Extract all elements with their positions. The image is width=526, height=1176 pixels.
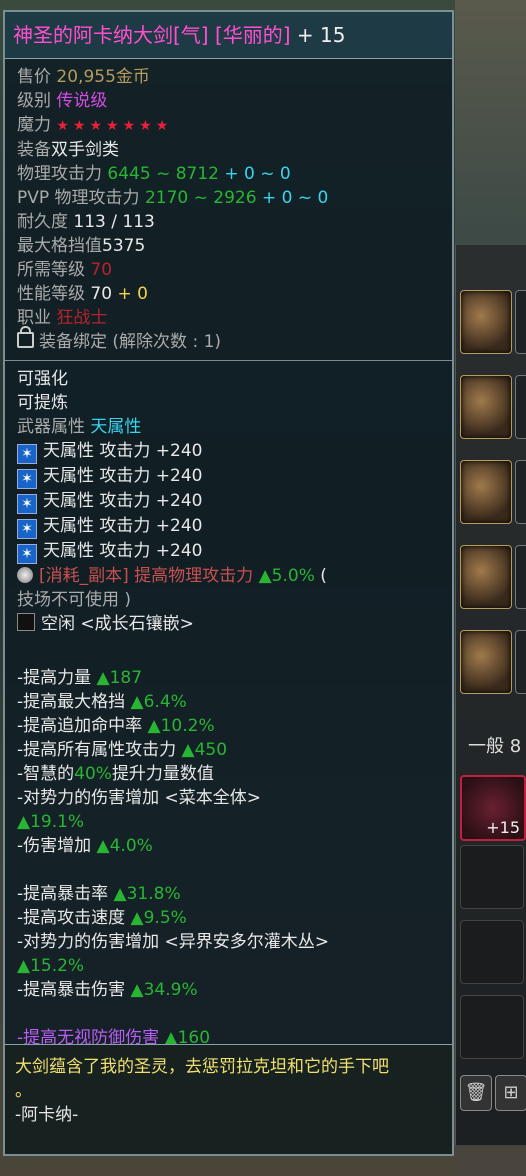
grade-label: 级别 xyxy=(17,91,51,111)
inventory-tab-general[interactable]: 一般 8 xyxy=(468,732,521,758)
equip-value: 双手剑类 xyxy=(51,140,119,160)
sword-item-icon[interactable]: +15 xyxy=(460,775,526,841)
magic-stars: ★★★★★★★ xyxy=(56,118,173,134)
item-tooltip: 神圣的阿卡纳大剑[气] [华丽的] + 15 售价 20,955金币 级别 传说… xyxy=(3,10,454,1156)
element-line: ✶ 天属性 攻击力 +240 xyxy=(17,539,440,564)
stat-value: ▲15.2% xyxy=(17,956,85,976)
socket-icon xyxy=(17,613,35,631)
class-label: 职业 xyxy=(17,308,51,328)
stat-line: -对势力的伤害增加 <菜本全体> xyxy=(17,788,262,808)
durability-label: 耐久度 xyxy=(17,212,68,232)
element-line: ✶ 天属性 攻击力 +240 xyxy=(17,489,440,514)
enhance-note: 可强化 xyxy=(17,369,68,389)
consume-tail: ( xyxy=(314,566,327,586)
req-level-label: 所需等级 xyxy=(17,260,85,280)
inventory-slot[interactable] xyxy=(460,995,524,1059)
basic-info: 售价 20,955金币 级别 传说级 魔力 ★★★★★★★ 装备双手剑类 物理攻… xyxy=(5,59,452,354)
perf-level-label: 性能等级 xyxy=(17,284,85,304)
item-title: 神圣的阿卡纳大剑[气] [华丽的] + 15 xyxy=(5,12,452,59)
stat-line: -提高最大格挡 ▲6.4% xyxy=(17,692,187,712)
stat-line: -伤害增加 ▲4.0% xyxy=(17,836,153,856)
equip-slot-gloves[interactable] xyxy=(460,545,512,609)
consume-note: 技场不可使用 ) xyxy=(17,590,132,610)
price-label: 售价 xyxy=(17,67,51,87)
lore-signature: -阿卡纳- xyxy=(15,1105,79,1125)
inventory-slot[interactable] xyxy=(460,845,524,909)
sky-element-icon: ✶ xyxy=(17,444,37,464)
grade-value: 传说级 xyxy=(56,91,108,111)
perf-level-value: 70 xyxy=(90,284,113,304)
trash-icon[interactable]: 🗑 xyxy=(460,1075,492,1111)
stat-line: -提高暴击伤害 ▲34.9% xyxy=(17,980,198,1000)
magic-label: 魔力 xyxy=(17,115,51,135)
equip-slot-side[interactable] xyxy=(515,290,526,354)
class-value: 狂战士 xyxy=(56,308,108,328)
equip-slot-side[interactable] xyxy=(515,630,526,694)
patk-range: 6445 ~ 8712 xyxy=(107,164,219,184)
stat-line: -对势力的伤害增加 <异界安多尔灌木丛> xyxy=(17,932,330,952)
element-line: ✶ 天属性 攻击力 +240 xyxy=(17,514,440,539)
lock-icon xyxy=(17,326,34,348)
lore-quote: 大剑蕴含了我的圣灵，去惩罚拉克坦和它的手下吧 xyxy=(15,1057,389,1077)
sky-element-icon: ✶ xyxy=(17,519,37,539)
req-level-value: 70 xyxy=(90,260,113,280)
durability-value: 113 / 113 xyxy=(73,212,155,232)
equip-slot-armor[interactable] xyxy=(460,375,512,439)
stat-line: -提高力量 ▲187 xyxy=(17,668,143,688)
sky-element-icon: ✶ xyxy=(17,469,37,489)
sort-grid-icon[interactable]: ⊞ xyxy=(495,1075,526,1111)
equip-slot-side[interactable] xyxy=(515,460,526,524)
element-line: ✶ 天属性 攻击力 +240 xyxy=(17,439,440,464)
inventory-slot[interactable] xyxy=(460,920,524,984)
sky-element-icon: ✶ xyxy=(17,544,37,564)
patk-bonus: + 0 ~ 0 xyxy=(219,164,291,184)
consume-text: 提高物理攻击力 xyxy=(128,566,259,586)
stat-value: ▲19.1% xyxy=(17,812,85,832)
lore-quote-end: 。 xyxy=(15,1081,32,1101)
stat-line: -提高暴击率 ▲31.8% xyxy=(17,884,181,904)
stat-line: -提高追加命中率 ▲10.2% xyxy=(17,716,215,736)
equip-slot-belt[interactable] xyxy=(460,460,512,524)
pvp-range: 2170 ~ 2926 xyxy=(144,188,257,208)
refine-note: 可提炼 xyxy=(17,393,68,413)
stat-line: -提高所有属性攻击力 ▲450 xyxy=(17,740,228,760)
weapon-attr-value: 天属性 xyxy=(90,417,142,437)
consume-tag: [消耗_副本] xyxy=(39,566,129,586)
price-value: 20,955金币 xyxy=(56,67,150,87)
equip-slot-boots[interactable] xyxy=(460,630,512,694)
stat-line: -智慧的40%提升力量数值 xyxy=(17,764,214,784)
equip-slot-side[interactable] xyxy=(515,375,526,439)
equip-slot-side[interactable] xyxy=(515,545,526,609)
equip-label: 装备 xyxy=(17,140,51,160)
pvp-label: PVP 物理攻击力 xyxy=(17,188,140,208)
bind-status: 装备绑定 (解除次数 : 1) xyxy=(39,332,222,352)
patk-label: 物理攻击力 xyxy=(17,164,102,184)
item-lore: 大剑蕴含了我的圣灵，去惩罚拉克坦和它的手下吧 。 -阿卡纳- xyxy=(5,1044,452,1154)
item-properties: 可强化 可提炼 武器属性 天属性 ✶ 天属性 攻击力 +240 ✶ 天属性 攻击力 … xyxy=(5,361,452,636)
sky-element-icon: ✶ xyxy=(17,494,37,514)
element-line: ✶ 天属性 攻击力 +240 xyxy=(17,464,440,489)
bonus-stats: -提高力量 ▲187 -提高最大格挡 ▲6.4% -提高追加命中率 ▲10.2%… xyxy=(5,636,452,1050)
item-name: 神圣的阿卡纳大剑[气] [华丽的] xyxy=(13,23,291,47)
item-enhance-level: +15 xyxy=(486,818,520,837)
consume-value: ▲5.0% xyxy=(258,566,315,586)
stat-line: -提高攻击速度 ▲9.5% xyxy=(17,908,187,928)
item-enhance: + 15 xyxy=(290,23,346,47)
consumable-orb-icon xyxy=(17,567,33,583)
block-label: 最大格挡值 xyxy=(17,236,102,256)
pvp-bonus: + 0 ~ 0 xyxy=(256,188,329,208)
equip-slot-helmet[interactable] xyxy=(460,290,512,354)
weapon-attr-label: 武器属性 xyxy=(17,417,85,437)
socket-status: 空闲 <成长石镶嵌> xyxy=(41,614,194,634)
perf-level-bonus: + 0 xyxy=(112,284,148,304)
block-value: 5375 xyxy=(102,236,146,256)
